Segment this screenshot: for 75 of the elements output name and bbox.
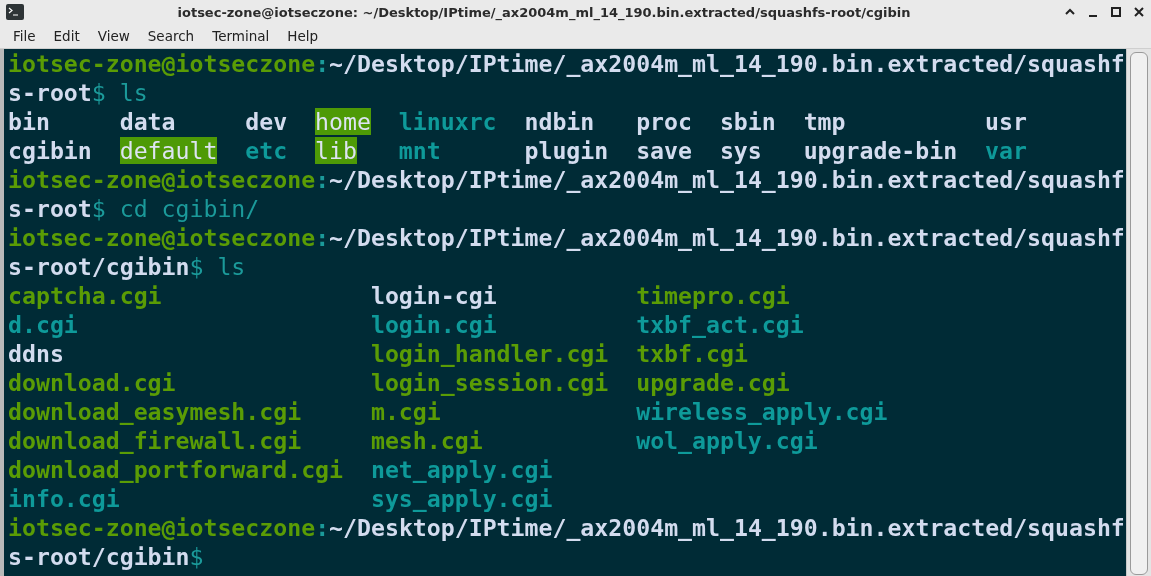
path-text: ~/Desktop/IPtime/_ax2004m_ml_14_190.bin.extracted/squashf [329,514,1125,541]
path-text: s-root [8,79,92,106]
terminal-icon [6,4,24,20]
directory-name: home [315,108,371,135]
link-name: linuxrc [398,108,497,135]
directory-name: bin [8,108,50,135]
directory-name: sys [719,137,762,164]
link-name: wol_apply.cgi [636,427,818,454]
menu-item[interactable]: Help [278,28,328,44]
directory-name: save [636,137,692,164]
window-title: iotsec-zone@iotseczone: ~/Desktop/IPtime/_ax2004m_ml_14_190.bin.extracted/squashfs-root/cgibin [176,4,912,20]
menu-item[interactable]: Edit [44,28,89,44]
user-host: iotsec-zone@iotseczone [8,514,316,541]
path-text: ~/Desktop/IPtime/_ax2004m_ml_14_190.bin.extracted/squashf [329,166,1125,193]
directory-name: lib [315,137,357,164]
command-text: ls [217,253,246,280]
prompt-sigil: $ [91,79,106,106]
file-name: login-cgi [370,282,497,309]
file-name: login_session.cgi [370,369,609,396]
link-name: var [985,137,1027,164]
directory-name: cgibin [8,137,92,164]
file-name: timepro.cgi [636,282,790,309]
maximize-icon[interactable] [1110,6,1122,18]
file-name: download.cgi [8,369,176,396]
file-name: m.cgi [370,398,441,425]
menu-item[interactable]: Terminal [203,28,279,44]
file-name: mesh.cgi [370,427,483,454]
directory-name: dev [245,108,288,135]
path-text: s-root/cgibin [8,253,190,280]
directory-name: sbin [719,108,776,135]
directory-name: default [119,137,218,164]
prompt-separator: : [315,50,330,77]
user-host: iotsec-zone@iotseczone [8,224,316,251]
directory-name: upgrade-bin [803,137,958,164]
command-text: cd cgibin/ [119,195,260,222]
prompt-sigil: $ [91,195,106,222]
path-text: ~/Desktop/IPtime/_ax2004m_ml_14_190.bin.extracted/squashf [329,224,1125,251]
link-name: login.cgi [370,311,497,338]
user-host: iotsec-zone@iotseczone [8,166,316,193]
directory-name: proc [636,108,692,135]
close-icon[interactable] [1133,6,1145,18]
link-name: d.cgi [8,311,78,338]
path-text: ~/Desktop/IPtime/_ax2004m_ml_14_190.bin.extracted/squashf [329,50,1125,77]
menu-item[interactable]: File [4,28,45,44]
directory-name: tmp [803,108,846,135]
file-name: download_firewall.cgi [8,427,302,454]
file-name: captcha.cgi [8,282,162,309]
directory-name: data [119,108,176,135]
menu-item[interactable]: View [88,28,139,44]
prompt-sigil: $ [189,253,204,280]
link-name: etc [245,137,288,164]
menu-item[interactable]: Search [138,28,204,44]
file-name: ddns [8,340,64,367]
file-name: txbf.cgi [636,340,748,367]
user-host: iotsec-zone@iotseczone [8,50,316,77]
file-name: download_easymesh.cgi [8,398,302,425]
prompt-sigil: $ [189,543,204,570]
link-name: sys_apply.cgi [370,485,553,512]
file-name: download_portforward.cgi [8,456,344,483]
link-name: wireless_apply.cgi [636,398,888,425]
prompt-separator: : [315,514,330,541]
link-name: net_apply.cgi [370,456,553,483]
directory-name: plugin [524,137,609,164]
file-name: upgrade.cgi [636,369,790,396]
link-name: txbf_act.cgi [636,311,804,338]
link-name: mnt [398,137,441,164]
link-name: info.cgi [8,485,120,512]
path-text: s-root/cgibin [8,543,190,570]
prompt-separator: : [315,224,330,251]
command-text: ls [119,79,148,106]
prompt-separator: : [315,166,330,193]
file-name: login_handler.cgi [370,340,609,367]
directory-name: ndbin [524,108,595,135]
path-text: s-root [8,195,92,222]
directory-name: usr [985,108,1027,135]
